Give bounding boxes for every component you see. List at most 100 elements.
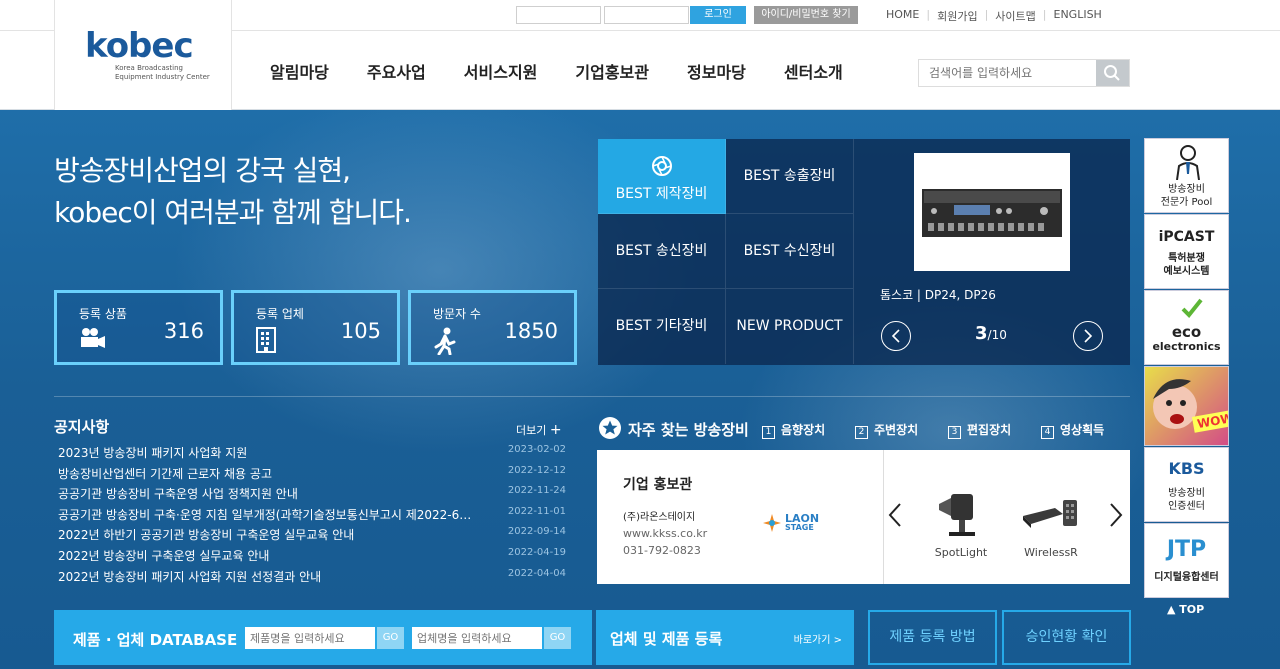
banner-title: 방송장비	[1168, 184, 1205, 195]
list-item[interactable]: 2022년 방송장비 구축운영 실무교육 안내 2022-04-19	[58, 547, 566, 568]
frequent-title-text: 자주 찾는 방송장비	[628, 421, 749, 439]
category-peripheral[interactable]: 2 주변장치	[855, 421, 918, 439]
plus-icon: +	[549, 422, 562, 438]
tab-best-receiving[interactable]: BEST 수신장비	[726, 214, 854, 289]
utility-links: HOME | 회원가입 | 사이트맵 | ENGLISH	[886, 8, 1109, 24]
rack-device-image	[922, 189, 1062, 237]
site-logo[interactable]: kobec Korea Broadcasting Equipment Indus…	[54, 0, 232, 110]
product-search-go-button[interactable]: GO	[377, 627, 404, 649]
company-name[interactable]: (주)라온스테이지	[623, 508, 695, 523]
login-password-input[interactable]	[604, 6, 689, 24]
notice-item-title: 2022년 방송장비 구축운영 실무교육 안내	[58, 548, 270, 563]
banner-expert-pool[interactable]: 방송장비 전문가 Pool	[1144, 138, 1229, 213]
nav-center[interactable]: 센터소개	[784, 59, 843, 83]
spotlight-product-image[interactable]	[931, 486, 991, 542]
stat-value: 1850	[504, 319, 558, 343]
banner-title: 특허분쟁	[1168, 253, 1205, 264]
category-audio[interactable]: 1 음향장치	[762, 421, 825, 439]
tab-new-product[interactable]: NEW PRODUCT	[726, 289, 854, 364]
star-icon	[599, 417, 621, 439]
ipcast-logo: iPCAST	[1158, 229, 1215, 245]
product-caption[interactable]: SpotLight	[926, 546, 996, 559]
banner-subtitle: 예보시스템	[1163, 266, 1210, 277]
notice-item-title: 2022년 하반기 공공기관 방송장비 구축운영 실무교육 안내	[58, 528, 355, 543]
featured-product-image[interactable]	[914, 153, 1070, 271]
notice-item-date: 2022-04-04	[507, 567, 566, 579]
nav-info[interactable]: 정보마당	[687, 59, 746, 83]
stat-label: 방문자 수	[433, 307, 481, 321]
nav-business[interactable]: 주요사업	[367, 59, 426, 83]
product-search-input[interactable]	[245, 627, 375, 649]
stat-visitors[interactable]: 방문자 수 1850	[408, 290, 577, 365]
notice-item-title: 공공기관 방송장비 구축운영 사업 정책지원 안내	[58, 487, 298, 502]
tab-best-transmission[interactable]: BEST 송출장비	[726, 139, 854, 214]
notice-item-title: 공공기관 방송장비 구축·운영 지침 일부개정(과학기술정보통신부고시 제202…	[58, 507, 472, 522]
signup-link[interactable]: 회원가입	[930, 8, 984, 24]
category-label: 편집장치	[967, 423, 1012, 437]
nav-company-pr[interactable]: 기업홍보관	[575, 59, 649, 83]
wireless-product-image[interactable]	[1019, 494, 1083, 534]
sitemap-link[interactable]: 사이트맵	[988, 8, 1042, 24]
list-item[interactable]: 2022년 하반기 공공기관 방송장비 구축운영 실무교육 안내 2022-09-…	[58, 526, 566, 547]
chevron-right-icon	[1084, 329, 1093, 343]
nav-notice[interactable]: 알림마당	[270, 59, 329, 83]
banner-title: 방송장비	[1168, 488, 1205, 499]
main-header: kobec Korea Broadcasting Equipment Indus…	[0, 0, 1280, 110]
company-search-input[interactable]	[412, 627, 542, 649]
company-url[interactable]: www.kkss.co.kr	[623, 527, 707, 540]
tab-best-sending[interactable]: BEST 송신장비	[598, 214, 726, 289]
banner-jtp[interactable]: JTP 디지털융합센터	[1144, 523, 1229, 598]
list-item[interactable]: 2023년 방송장비 패키지 사업화 지원 2023-02-02	[58, 444, 566, 465]
list-item[interactable]: 방송장비산업센터 기간제 근로자 채용 공고 2022-12-12	[58, 465, 566, 486]
registration-shortcut-link[interactable]: 바로가기 >	[794, 631, 842, 646]
list-item[interactable]: 공공기관 방송장비 구축·운영 지침 일부개정(과학기술정보통신부고시 제202…	[58, 506, 566, 527]
banner-subtitle: 인증센터	[1168, 501, 1205, 512]
notice-more-link[interactable]: 더보기 +	[516, 422, 562, 438]
stat-companies[interactable]: 등록 업체 105	[231, 290, 400, 365]
chevron-right-icon[interactable]	[1108, 502, 1124, 528]
best-pager: 3/10	[975, 323, 1007, 344]
nav-service[interactable]: 서비스지원	[464, 59, 538, 83]
registration-howto-button[interactable]: 제품 등록 방법	[868, 610, 997, 665]
tab-best-production[interactable]: BEST 제작장비	[598, 139, 726, 214]
notice-title: 공지사항	[54, 418, 110, 436]
approval-status-button[interactable]: 승인현황 확인	[1002, 610, 1131, 665]
login-id-input[interactable]	[516, 6, 601, 24]
search-input[interactable]	[919, 60, 1097, 86]
product-caption[interactable]: WirelessR	[1016, 546, 1086, 559]
category-label: 음향장치	[781, 423, 826, 437]
banner-kes[interactable]: WOW	[1144, 366, 1229, 446]
category-label: 영상획득	[1060, 423, 1105, 437]
english-link[interactable]: ENGLISH	[1047, 8, 1109, 24]
login-button[interactable]: 로그인	[690, 6, 746, 24]
banner-eco-electronics[interactable]: eco electronics	[1144, 290, 1229, 365]
stat-products[interactable]: 등록 상품 316	[54, 290, 223, 365]
tab-best-other[interactable]: BEST 기타장비	[598, 289, 726, 364]
featured-product-caption[interactable]: 톰스코 | DP24, DP26	[880, 286, 996, 303]
list-item[interactable]: 공공기관 방송장비 구축운영 사업 정책지원 안내 2022-11-24	[58, 485, 566, 506]
home-link[interactable]: HOME	[886, 8, 926, 24]
check-leaf-icon	[1181, 298, 1203, 318]
laon-logo-text: STAGE	[785, 523, 814, 532]
search-button[interactable]	[1096, 60, 1129, 86]
registration-bar[interactable]: 업체 및 제품 등록 바로가기 >	[596, 610, 854, 665]
chevron-left-icon[interactable]	[887, 502, 903, 528]
banner-kbs-cert[interactable]: KBS 방송장비 인증센터	[1144, 447, 1229, 522]
category-video[interactable]: 4 영상획득	[1041, 421, 1104, 439]
notice-item-date: 2022-09-14	[507, 526, 566, 538]
category-editing[interactable]: 3 편집장치	[948, 421, 1011, 439]
go-top-link[interactable]: ▲ TOP	[1167, 603, 1204, 616]
find-account-button[interactable]: 아이디/비밀번호 찾기	[754, 6, 858, 24]
eco-logo: eco	[1171, 323, 1202, 341]
company-search-go-button[interactable]: GO	[544, 627, 571, 649]
banner-ipcast[interactable]: iPCAST 특허분쟁 예보시스템	[1144, 214, 1229, 289]
chevron-left-icon	[891, 329, 900, 343]
electronics-logo: electronics	[1152, 340, 1221, 353]
list-item[interactable]: 2022년 방송장비 패키지 사업화 지원 선정결과 안내 2022-04-04	[58, 568, 566, 589]
best-next-button[interactable]	[1073, 321, 1103, 351]
category-label: 주변장치	[874, 423, 919, 437]
best-prev-button[interactable]	[881, 321, 911, 351]
search-box	[918, 59, 1130, 87]
slogan-line: 방송장비산업의 강국 실현,	[54, 154, 351, 187]
company-divider	[883, 450, 884, 584]
